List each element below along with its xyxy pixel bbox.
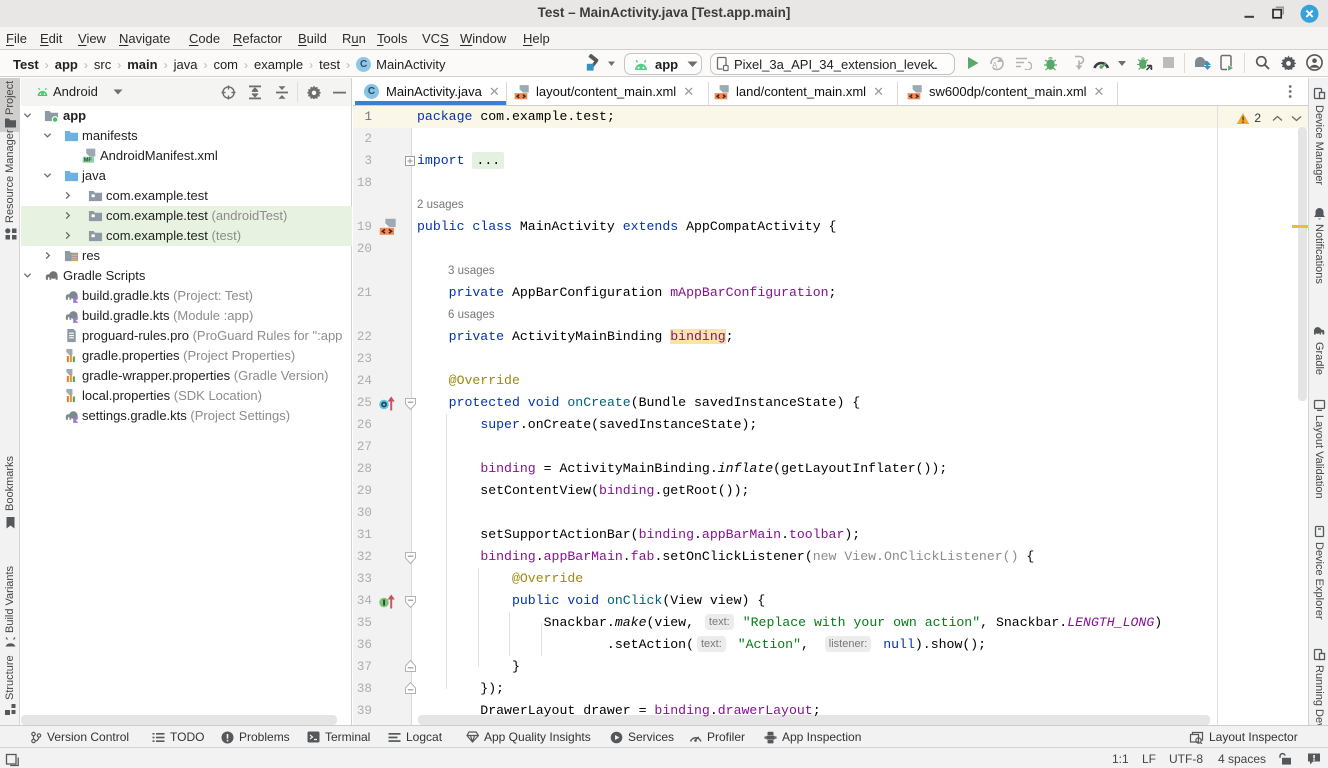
svg-text:A: A	[992, 61, 998, 70]
